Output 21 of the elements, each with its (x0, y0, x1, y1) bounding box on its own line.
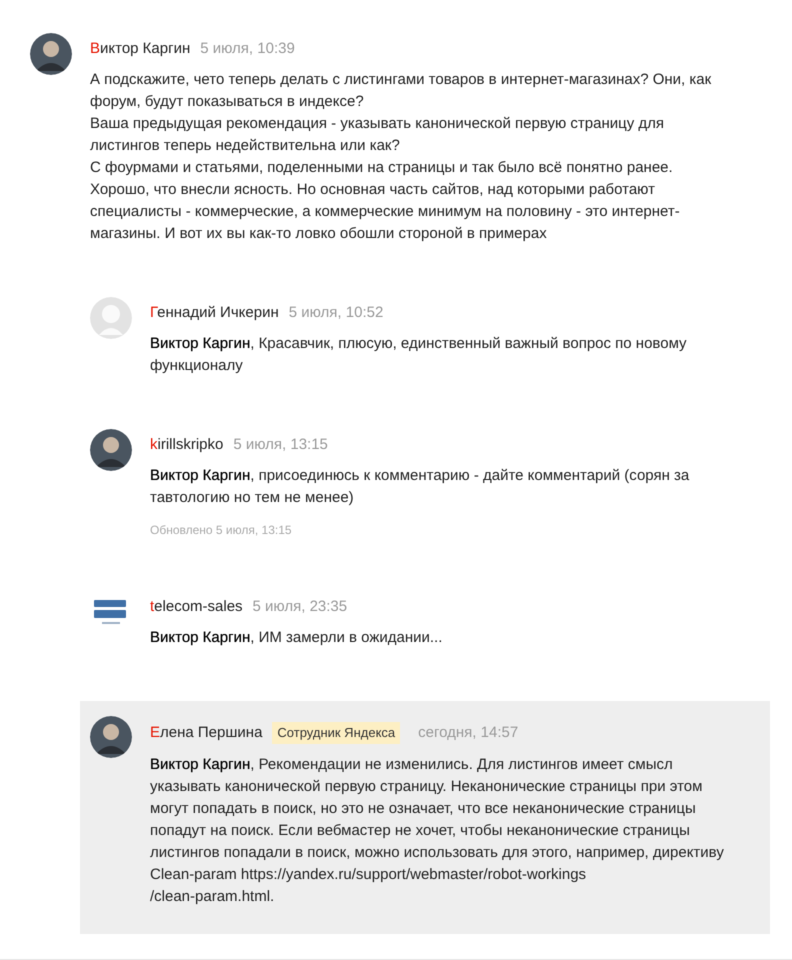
avatar (30, 33, 72, 75)
avatar (90, 716, 132, 758)
comment-time: 5 июля, 10:39 (200, 39, 295, 59)
comment-time: 5 июля, 23:35 (252, 597, 348, 617)
avatar (90, 297, 132, 339)
comment-text: А подскажите, чето теперь делать с листингами товаров в интернет-магазинах? Они, как форум, будут показываться в индексе? Ваша предыдущая рекомендация - указывать канонической первую страницу для листингов теперь недействительна или как? С фоурмами и статьями, поделенными на страницы и так было всё понятно ранее. Хорошо, что внесли ясность. Но основная часть сайтов, над которыми работают специалисты - коммерческие, а коммерческие минимум на половину - это интернет-магазины. И вот их вы как-то ловко обошли стороной в примерах (90, 70, 712, 244)
comment-time: 5 июля, 13:15 (233, 435, 328, 455)
author-name[interactable]: telecom-sales (150, 597, 243, 617)
author-name[interactable]: Геннадий Ичкерин (150, 303, 279, 323)
author-name[interactable]: kirillskripko (150, 435, 224, 455)
comment-time: сегодня, 14:57 (418, 723, 518, 743)
comment-text: Виктор Каргин, Красавчик, плюсую, единственный важный вопрос по новому функционалу (150, 334, 688, 376)
comment-text: Виктор Каргин, Рекомендации не изменились. Для листингов имеет смысл указывать канонической первую страницу. Неканонические страницы при этом могут попадать в поиск, но это не означает, что все неканонические страницы попадут на поиск. Если вебмастер не хочет, чтобы неканонические страницы листингов попадали в поиск, можно использовать для этого, например, директиву Clean-param https://yandex.ru/support/webmaster/robot-workings /clean-param.html. (150, 755, 725, 907)
author-name[interactable]: Елена Першина (150, 723, 262, 743)
staff-badge: Сотрудник Яндекса (272, 722, 400, 744)
comment-text: Виктор Каргин, ИМ замерли в ожидании... (150, 628, 444, 648)
avatar (90, 429, 132, 471)
author-name[interactable]: Виктор Каргин (90, 39, 190, 59)
comment-time: 5 июля, 10:52 (288, 303, 384, 323)
comment-text: Виктор Каргин, присоединюсь к комментарию - дайте комментарий (сорян за тавтологию но тем не менее) (150, 466, 690, 508)
updated-note: Обновлено 5 июля, 13:15 (150, 522, 293, 539)
